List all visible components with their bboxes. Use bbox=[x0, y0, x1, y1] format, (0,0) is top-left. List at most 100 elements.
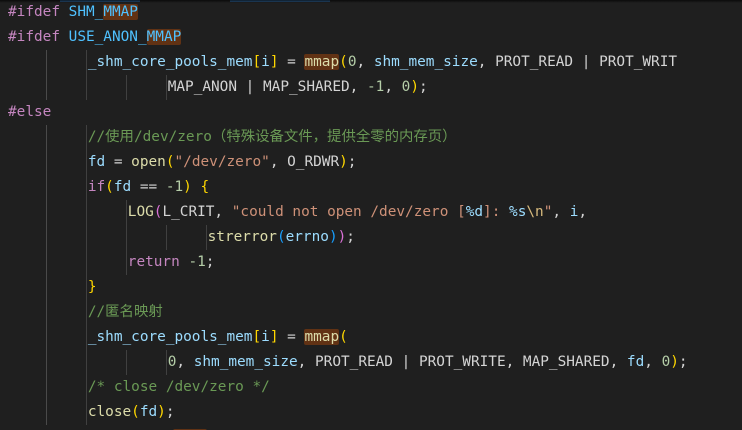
indent-guide bbox=[45, 375, 47, 400]
code-line[interactable]: _shm_core_pools_mem[i] = mmap(0, shm_mem… bbox=[88, 50, 677, 75]
code-token: close bbox=[87, 404, 132, 420]
code-token: fd bbox=[113, 179, 132, 195]
code-token: ; bbox=[418, 79, 428, 95]
indent-guide bbox=[125, 200, 127, 225]
code-token: MMAP bbox=[103, 4, 138, 20]
code-token: ) bbox=[183, 179, 192, 195]
indent-guide bbox=[85, 200, 87, 225]
code-token: , bbox=[552, 204, 570, 220]
code-line[interactable]: strerror(errno)); bbox=[208, 225, 355, 250]
indent-guide bbox=[85, 375, 87, 400]
indent-guide bbox=[85, 150, 87, 175]
code-token: , bbox=[176, 354, 194, 370]
code-token: -1 bbox=[366, 79, 385, 95]
code-line[interactable]: return -1; bbox=[128, 250, 215, 275]
scroll-shadow bbox=[0, 0, 742, 3]
code-token: ( bbox=[165, 154, 175, 170]
code-token: ) bbox=[328, 229, 338, 245]
code-token: mmap bbox=[304, 54, 340, 70]
code-token: == bbox=[131, 179, 166, 195]
code-line[interactable]: //匿名映射 bbox=[88, 300, 163, 325]
code-token: } bbox=[87, 279, 97, 295]
code-token: ( bbox=[339, 329, 348, 345]
code-token: shm_mem_size bbox=[373, 54, 478, 70]
indent-guide bbox=[45, 325, 47, 350]
indent-guide bbox=[45, 400, 47, 425]
code-editor[interactable]: #ifdef SHM_MMAP #ifdef USE_ANON_MMAP _shm_… bbox=[0, 0, 742, 430]
code-token: mmap bbox=[304, 329, 340, 345]
code-token: ; bbox=[165, 404, 175, 420]
indent-guide bbox=[85, 350, 87, 375]
code-token: ) bbox=[339, 154, 348, 170]
indent-guide bbox=[125, 75, 127, 100]
code-token: #ifdef bbox=[8, 4, 60, 20]
code-token: if bbox=[87, 179, 106, 195]
code-token: USE_ANON_ bbox=[68, 29, 147, 45]
code-token: ( bbox=[339, 54, 348, 70]
code-line[interactable]: //使用/dev/zero（特殊设备文件，提供全零的内存页） bbox=[88, 125, 457, 150]
indent-guide bbox=[45, 350, 47, 375]
indent-guide bbox=[85, 75, 87, 100]
code-token: L_CRIT, bbox=[162, 204, 232, 220]
code-line[interactable]: _shm_core_pools_mem[i] = mmap( bbox=[88, 325, 348, 350]
code-line[interactable]: LOG(L_CRIT, "could not open /dev/zero [%… bbox=[128, 200, 587, 225]
code-line[interactable]: #ifdef USE_ANON_MMAP bbox=[8, 25, 182, 50]
code-token: fd bbox=[626, 354, 645, 370]
indent-guide bbox=[45, 275, 47, 300]
code-token: errno bbox=[285, 229, 329, 245]
indent-guide bbox=[85, 225, 87, 250]
code-token: i bbox=[261, 54, 270, 70]
code-token: ; bbox=[678, 354, 688, 370]
code-line[interactable]: 0, shm_mem_size, PROT_READ | PROT_WRITE,… bbox=[168, 350, 688, 375]
indent-guide bbox=[45, 300, 47, 325]
code-token: /* close /dev/zero */ bbox=[87, 379, 270, 395]
code-line[interactable]: close(fd); bbox=[88, 400, 175, 425]
code-token: [ bbox=[252, 54, 262, 70]
code-token: ; bbox=[205, 254, 215, 270]
code-token: , bbox=[384, 79, 402, 95]
code-line[interactable]: MAP_ANON | MAP_SHARED, -1, 0); bbox=[168, 75, 428, 100]
code-token: ; bbox=[346, 229, 355, 245]
code-token: , PROT_READ | PROT_WRIT bbox=[477, 54, 678, 70]
code-line[interactable]: } bbox=[88, 275, 97, 300]
indent-guide bbox=[85, 250, 87, 275]
indent-guide bbox=[165, 350, 167, 375]
code-line[interactable]: /* close /dev/zero */ bbox=[88, 375, 270, 400]
code-token: _shm_core_pools_mem bbox=[87, 329, 253, 345]
indent-guide bbox=[165, 225, 167, 250]
code-token: fd bbox=[139, 404, 158, 420]
code-line[interactable]: #endif /* USE_ANON_MMAP */ bbox=[8, 425, 233, 430]
code-line[interactable]: #else bbox=[8, 100, 51, 125]
indent-guide bbox=[45, 150, 47, 175]
code-token: = bbox=[278, 329, 305, 345]
code-token: %d bbox=[465, 204, 484, 220]
code-token: MAP_ANON | MAP_SHARED, bbox=[167, 79, 367, 95]
code-token: i bbox=[261, 329, 270, 345]
code-token: LOG bbox=[127, 204, 154, 220]
code-token: -1 bbox=[165, 179, 184, 195]
indent-guide bbox=[85, 400, 87, 425]
indent-guide bbox=[45, 225, 47, 250]
code-token: 0 bbox=[661, 354, 671, 370]
code-token: = bbox=[105, 154, 132, 170]
code-line[interactable]: fd = open("/dev/zero", O_RDWR); bbox=[88, 150, 357, 175]
code-token: SHM_ bbox=[68, 4, 104, 20]
indent-guide bbox=[45, 250, 47, 275]
code-token: MMAP bbox=[146, 29, 182, 45]
code-token: , bbox=[356, 54, 374, 70]
code-token: //使用/dev/zero（特殊设备文件，提供全零的内存页） bbox=[87, 129, 457, 145]
indent-guide bbox=[45, 125, 47, 150]
indent-guide bbox=[85, 175, 87, 200]
code-token: return bbox=[127, 254, 180, 270]
code-token: ( bbox=[131, 404, 140, 420]
code-token: , O_RDWR bbox=[269, 154, 340, 170]
indent-guide bbox=[165, 75, 167, 100]
indent-guide bbox=[85, 300, 87, 325]
code-token: "could not open /dev/zero [ bbox=[231, 204, 466, 220]
code-line[interactable]: if(fd == -1) { bbox=[88, 175, 209, 200]
code-line[interactable]: #ifdef SHM_MMAP bbox=[8, 0, 138, 25]
code-token: //匿名映射 bbox=[87, 304, 163, 320]
code-token: ( bbox=[105, 179, 114, 195]
